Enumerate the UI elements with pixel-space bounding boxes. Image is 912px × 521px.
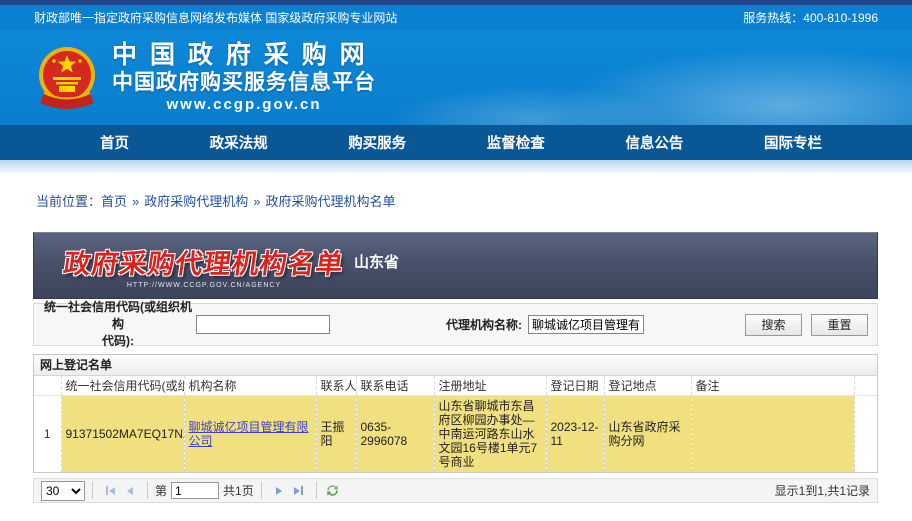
pager-divider	[261, 482, 262, 499]
breadcrumb: 当前位置：首页 » 政府采购代理机构 » 政府采购代理机构名单	[36, 191, 912, 210]
cell-credit-code: 91371502MA7EQ17NXK	[61, 396, 184, 473]
cell-contact: 王振阳	[316, 396, 356, 473]
main-nav: 首页 政采法规 购买服务 监督检查 信息公告 国际专栏	[0, 125, 912, 160]
national-emblem-logo	[36, 45, 98, 111]
agency-name-label: 代理机构名称:	[446, 316, 522, 333]
breadcrumb-home-link[interactable]: 首页	[101, 194, 127, 209]
col-header-phone: 联系电话	[356, 376, 434, 396]
col-header-reg-place: 登记地点	[604, 376, 691, 396]
service-hotline: 服务热线：400-810-1996	[743, 9, 878, 26]
pager-divider	[147, 482, 148, 499]
first-page-icon[interactable]	[100, 482, 120, 500]
col-header-reg-date: 登记日期	[546, 376, 604, 396]
banner-url: HTTP://WWW.CCGP.GOV.CN/AGENCY	[64, 282, 344, 289]
results-grid: 网上登记名单 统一社会信用代码(或组织 机构名称 联系人 联系电话 注册地址 登…	[33, 354, 878, 473]
cell-filler	[854, 396, 877, 473]
nav-item-international[interactable]: 国际专栏	[764, 132, 822, 153]
nav-item-announcements[interactable]: 信息公告	[625, 132, 683, 153]
refresh-icon[interactable]	[324, 482, 342, 500]
site-slogan: 财政部唯一指定政府采购信息网络发布媒体 国家级政府采购专业网站	[34, 9, 397, 26]
credit-code-label-line2: 代码):	[42, 333, 194, 350]
last-page-icon[interactable]	[289, 482, 309, 500]
cell-agency-name: 聊城诚亿项目管理有限公司	[184, 396, 316, 473]
search-button[interactable]: 搜索	[745, 314, 802, 336]
col-header-note: 备注	[691, 376, 854, 396]
banner-title-block: 政府采购代理机构名单 HTTP://WWW.CCGP.GOV.CN/AGENCY	[64, 242, 344, 289]
pager-record-summary: 显示1到1,共1记录	[775, 482, 870, 499]
search-buttons: 搜索 重置	[745, 314, 868, 336]
pagination-bar: 30 第 共1页 显示1到1,共1记录	[33, 478, 878, 503]
col-header-agency-name: 机构名称	[184, 376, 316, 396]
site-header: 中 国 政 府 采 购 网 中国政府购买服务信息平台 www.ccgp.gov.…	[0, 30, 912, 125]
cell-phone: 0635-2996078	[356, 396, 434, 473]
cell-row-index: 1	[34, 396, 61, 473]
page-prefix-label: 第	[155, 482, 167, 499]
pager-divider	[316, 482, 317, 499]
nav-item-home[interactable]: 首页	[100, 132, 129, 153]
page-banner: 政府采购代理机构名单 HTTP://WWW.CCGP.GOV.CN/AGENCY…	[33, 232, 878, 299]
cell-address: 山东省聊城市东昌府区柳园办事处—中南运河路东山水文园16号楼1单元7号商业	[434, 396, 546, 473]
breadcrumb-separator: »	[253, 194, 260, 209]
agency-name-input[interactable]	[528, 315, 644, 334]
col-header-address: 注册地址	[434, 376, 546, 396]
nav-gradient-strip	[0, 160, 912, 175]
cell-reg-date: 2023-12-11	[546, 396, 604, 473]
col-header-index	[34, 376, 61, 396]
nav-item-regulations[interactable]: 政采法规	[210, 132, 268, 153]
breadcrumb-separator: »	[132, 194, 139, 209]
agency-table: 统一社会信用代码(或组织 机构名称 联系人 联系电话 注册地址 登记日期 登记地…	[34, 376, 877, 472]
col-header-filler	[854, 376, 877, 396]
breadcrumb-label: 当前位置：	[36, 194, 101, 209]
credit-code-input[interactable]	[196, 315, 330, 334]
nav-item-supervision[interactable]: 监督检查	[487, 132, 545, 153]
site-subtitle: 中国政府购买服务信息平台	[112, 70, 376, 95]
page-size-select[interactable]: 30	[41, 481, 85, 501]
site-name: 中 国 政 府 采 购 网	[112, 42, 376, 70]
banner-province: 山东省	[354, 251, 399, 272]
table-header-row: 统一社会信用代码(或组织 机构名称 联系人 联系电话 注册地址 登记日期 登记地…	[34, 376, 877, 396]
site-title-block: 中 国 政 府 采 购 网 中国政府购买服务信息平台 www.ccgp.gov.…	[112, 42, 376, 113]
credit-code-label-line1: 统一社会信用代码(或组织机构	[42, 299, 194, 333]
grid-section-title: 网上登记名单	[34, 355, 877, 376]
pager-divider	[92, 482, 93, 499]
search-panel: 统一社会信用代码(或组织机构 代码): 代理机构名称: 搜索 重置	[33, 303, 878, 346]
credit-code-label: 统一社会信用代码(或组织机构 代码):	[42, 299, 194, 349]
agency-detail-link[interactable]: 聊城诚亿项目管理有限公司	[189, 420, 309, 448]
site-url: www.ccgp.gov.cn	[112, 96, 376, 113]
prev-page-icon[interactable]	[120, 482, 140, 500]
total-pages-label: 共1页	[223, 482, 254, 499]
reset-button[interactable]: 重置	[811, 314, 868, 336]
main-content: 政府采购代理机构名单 HTTP://WWW.CCGP.GOV.CN/AGENCY…	[33, 232, 878, 503]
banner-title: 政府采购代理机构名单	[61, 242, 346, 281]
breadcrumb-agency-list-link[interactable]: 政府采购代理机构名单	[266, 194, 396, 209]
utility-bar: 财政部唯一指定政府采购信息网络发布媒体 国家级政府采购专业网站 服务热线：400…	[0, 5, 912, 30]
next-page-icon[interactable]	[269, 482, 289, 500]
page-number-input[interactable]	[171, 482, 219, 499]
col-header-credit-code: 统一社会信用代码(或组织	[61, 376, 184, 396]
table-row: 1 91371502MA7EQ17NXK 聊城诚亿项目管理有限公司 王振阳 06…	[34, 396, 877, 473]
nav-item-purchase-services[interactable]: 购买服务	[348, 132, 406, 153]
col-header-contact: 联系人	[316, 376, 356, 396]
cell-note	[691, 396, 854, 473]
breadcrumb-agencies-link[interactable]: 政府采购代理机构	[144, 194, 248, 209]
cell-reg-place: 山东省政府采购分网	[604, 396, 691, 473]
